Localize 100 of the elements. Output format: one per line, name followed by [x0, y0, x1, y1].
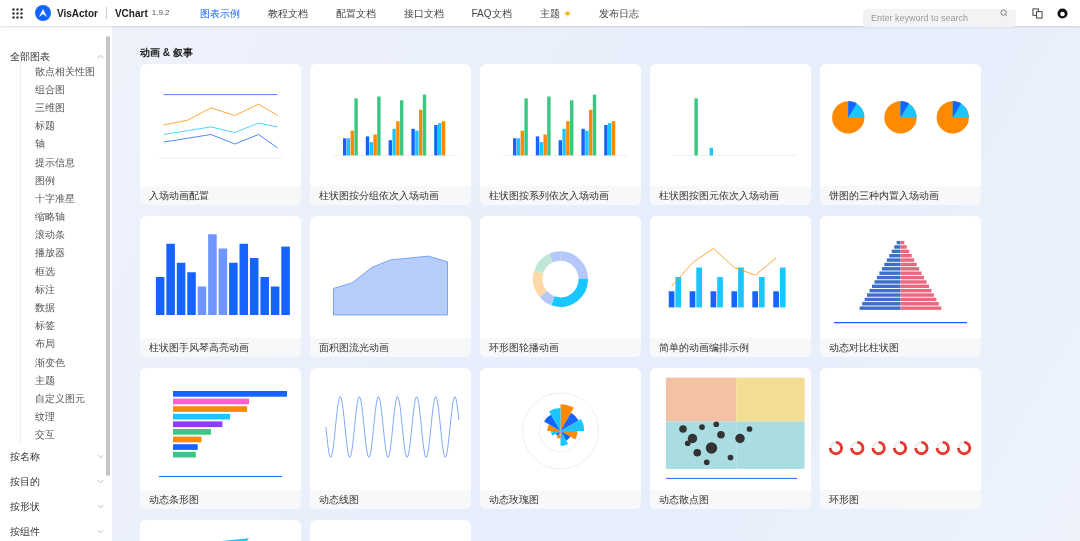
- card-caption: 动态条形图: [140, 490, 301, 509]
- example-card[interactable]: 环形图轮播动画: [480, 216, 641, 357]
- sidebar-item[interactable]: 组合图: [21, 80, 104, 99]
- nav-link[interactable]: 图表示例: [199, 5, 240, 21]
- scatter-point: [693, 448, 702, 457]
- sidebar-item[interactable]: 交互: [21, 425, 104, 444]
- apps-grid-icon[interactable]: [12, 7, 23, 19]
- chevron-down-icon: [97, 453, 104, 459]
- ring-chart: [957, 440, 972, 456]
- example-card[interactable]: 动态玫瑰图: [480, 368, 641, 509]
- sidebar-item[interactable]: 散点相关性图: [21, 62, 104, 81]
- card-caption: 动态线图: [310, 490, 471, 509]
- example-card[interactable]: 动态线图: [310, 368, 471, 509]
- nav-link[interactable]: 配置文档: [335, 5, 376, 21]
- card-caption: 动态对比柱状图: [820, 338, 981, 357]
- nav-link[interactable]: 主题: [539, 5, 571, 21]
- example-card[interactable]: 简单的动画编排示例: [650, 216, 811, 357]
- card-caption: 柱状图按系列依次入场动画: [480, 186, 641, 205]
- chart-bar: [694, 98, 698, 156]
- sidebar-item[interactable]: 轴: [21, 134, 104, 153]
- scatter-point: [703, 459, 710, 466]
- chevron-down-icon: [97, 503, 104, 509]
- card-caption: 环形图: [820, 490, 981, 509]
- scrollbar-thumb[interactable]: [106, 36, 110, 476]
- card-caption: 面积图流光动画: [310, 338, 471, 357]
- sidebar-item[interactable]: 标题: [21, 116, 104, 135]
- card-caption: 动态玫瑰图: [480, 490, 641, 509]
- search-field[interactable]: Enter keyword to search: [863, 9, 1016, 27]
- sidebar-item[interactable]: 标注: [21, 280, 104, 299]
- ring-chart: [828, 440, 844, 456]
- card-caption: 柱状图按图元依次入场动画: [650, 186, 811, 205]
- scatter-point: [713, 421, 720, 428]
- example-card[interactable]: 柱状图按图元依次入场动画: [650, 64, 811, 205]
- card-caption: 简单的动画编排示例: [650, 338, 811, 357]
- example-card[interactable]: 动态条形图: [140, 368, 301, 509]
- sidebar-item[interactable]: 滚动条: [21, 225, 104, 244]
- example-card[interactable]: 环形图: [820, 368, 981, 509]
- translate-icon[interactable]: [1032, 7, 1043, 19]
- card-caption: 柱状图按分组依次入场动画: [310, 186, 471, 205]
- logo-icon[interactable]: [35, 5, 51, 21]
- card-caption: 柱状图手风琴高亮动画: [140, 338, 301, 357]
- sidebar-item[interactable]: 缩略轴: [21, 207, 104, 226]
- sidebar-item[interactable]: 图例: [21, 171, 104, 190]
- nav-link[interactable]: 教程文档: [267, 5, 308, 21]
- pie-chart: [936, 101, 969, 134]
- ring-chart: [871, 440, 886, 456]
- nav-link[interactable]: FAQ文档: [471, 5, 512, 21]
- sun-icon: [563, 9, 571, 17]
- ring-chart: [935, 440, 950, 456]
- scatter-point: [727, 454, 734, 461]
- chart-bar: [218, 248, 228, 315]
- card-caption: 动态散点图: [650, 490, 811, 509]
- example-card[interactable]: 饼图的三种内置入场动画: [820, 64, 981, 205]
- sidebar-item[interactable]: 主题: [21, 371, 104, 390]
- sidebar-item[interactable]: 布局: [21, 334, 104, 353]
- search-icon[interactable]: [1000, 9, 1008, 17]
- sidebar-group[interactable]: 按组件: [10, 518, 104, 541]
- card-caption: 环形图轮播动画: [480, 338, 641, 357]
- sidebar-item[interactable]: 标签: [21, 316, 104, 335]
- product-name: VChart: [114, 6, 148, 21]
- nav-link[interactable]: 接口文档: [403, 5, 444, 21]
- chart-bar: [229, 262, 238, 315]
- example-card[interactable]: 入场动画配置: [140, 64, 301, 205]
- sidebar-item[interactable]: 播放器: [21, 243, 104, 263]
- scatter-point: [699, 424, 705, 430]
- example-card[interactable]: 面积图流光动画: [310, 216, 471, 357]
- scatter-point: [717, 430, 725, 439]
- chart-bar: [176, 262, 186, 315]
- pie-chart: [884, 101, 917, 134]
- chevron-up-icon: [97, 54, 104, 59]
- sidebar-item[interactable]: 框选: [21, 262, 104, 281]
- sidebar-item[interactable]: 十字准星: [21, 189, 104, 208]
- sidebar-item[interactable]: 渐变色: [21, 353, 104, 372]
- example-card[interactable]: 柱状图按系列依次入场动画: [480, 64, 641, 205]
- nav-link[interactable]: 发布日志: [598, 5, 639, 21]
- ring-chart: [914, 440, 929, 456]
- example-card[interactable]: 动态散点图: [650, 368, 811, 509]
- example-card[interactable]: 柱状图手风琴高亮动画: [140, 216, 301, 357]
- example-card[interactable]: 动态对比柱状图: [820, 216, 981, 357]
- sidebar-item[interactable]: 自定义图元: [21, 389, 104, 408]
- section-title: 动画 & 叙事: [140, 46, 194, 60]
- sidebar-group[interactable]: 按形状: [10, 493, 104, 519]
- ring-chart: [892, 440, 908, 456]
- card-caption: 饼图的三种内置入场动画: [820, 186, 981, 205]
- ring-chart: [850, 440, 865, 456]
- version-label: 1.9.2: [151, 7, 170, 19]
- chart-bar: [239, 243, 249, 315]
- example-card[interactable]: 柱状图按分组依次入场动画: [310, 64, 471, 205]
- chart-bar: [709, 147, 713, 156]
- sidebar-item[interactable]: 纹理: [21, 407, 104, 426]
- sidebar-group[interactable]: 按目的: [10, 468, 104, 494]
- brand-name[interactable]: VisActor: [57, 5, 98, 21]
- github-icon[interactable]: [1057, 7, 1068, 19]
- sidebar-item[interactable]: 提示信息: [21, 152, 104, 172]
- sidebar-group[interactable]: 按名称: [10, 443, 104, 469]
- sidebar-item[interactable]: 三维图: [21, 98, 104, 117]
- chevron-down-icon: [97, 528, 104, 534]
- pie-chart: [832, 101, 865, 134]
- chevron-down-icon: [97, 478, 104, 484]
- sidebar-item[interactable]: 数据: [21, 298, 104, 317]
